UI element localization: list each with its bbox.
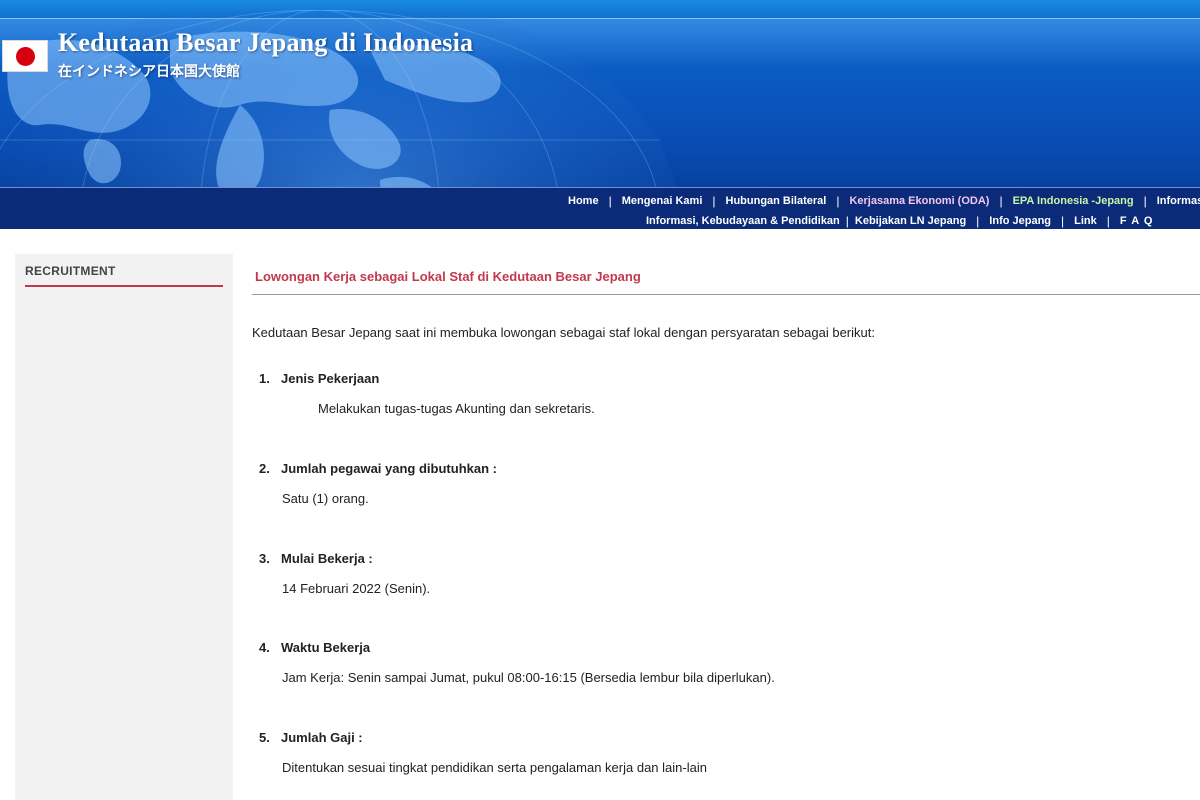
item-number: 3. bbox=[259, 551, 270, 566]
sidebar-heading-recruitment[interactable]: RECRUITMENT bbox=[25, 264, 223, 287]
nav-link-epa[interactable]: EPA Indonesia -Jepang bbox=[1013, 195, 1134, 207]
item-number: 1. bbox=[259, 371, 270, 386]
nav-row-secondary: Informasi, Kebudayaan & Pendidikan | Keb… bbox=[646, 212, 1153, 230]
nav-link-kebijakan-ln[interactable]: Kebijakan LN Jepang bbox=[855, 215, 966, 227]
item-body: Jam Kerja: Senin sampai Jumat, pukul 08:… bbox=[282, 670, 775, 685]
nav-separator: | bbox=[1143, 194, 1147, 208]
nav-separator: | bbox=[1106, 214, 1110, 228]
japan-flag-icon[interactable] bbox=[2, 40, 48, 72]
page-title: Lowongan Kerja sebagai Lokal Staf di Ked… bbox=[255, 269, 641, 284]
header-banner: Kedutaan Besar Jepang di Indonesia 在インドネ… bbox=[0, 0, 1200, 187]
item-body: Melakukan tugas-tugas Akunting dan sekre… bbox=[318, 401, 595, 416]
nav-link-info-jepang[interactable]: Info Jepang bbox=[989, 215, 1051, 227]
nav-link-link[interactable]: Link bbox=[1074, 215, 1097, 227]
item-heading: Jumlah Gaji : bbox=[281, 730, 363, 745]
nav-link-mengenai-kami[interactable]: Mengenai Kami bbox=[622, 195, 703, 207]
nav-separator: | bbox=[608, 194, 612, 208]
nav-link-informasi-kebudayaan[interactable]: Informasi, Kebudayaan & Pendidikan bbox=[646, 215, 840, 227]
item-heading: Waktu Bekerja bbox=[281, 640, 371, 655]
nav-link-home[interactable]: Home bbox=[568, 195, 599, 207]
nav-link-kerjasama-ekonomi[interactable]: Kerjasama Ekonomi (ODA) bbox=[849, 195, 989, 207]
item-number: 4. bbox=[259, 640, 270, 655]
main-navigation: Home | Mengenai Kami | Hubungan Bilatera… bbox=[0, 187, 1200, 229]
title-divider bbox=[252, 294, 1200, 295]
item-body: 14 Februari 2022 (Senin). bbox=[282, 581, 431, 596]
nav-separator: | bbox=[999, 194, 1003, 208]
nav-link-hubungan-bilateral[interactable]: Hubungan Bilateral bbox=[726, 195, 827, 207]
item-body: Ditentukan sesuai tingkat pendidikan ser… bbox=[282, 760, 707, 775]
nav-link-faq[interactable]: F A Q bbox=[1120, 215, 1154, 227]
nav-link-informasi-visa[interactable]: Informasi Vi bbox=[1157, 195, 1200, 207]
main-content: Lowongan Kerja sebagai Lokal Staf di Ked… bbox=[252, 254, 1200, 800]
item-heading: Jumlah pegawai yang dibutuhkan : bbox=[281, 461, 497, 476]
site-title[interactable]: Kedutaan Besar Jepang di Indonesia bbox=[58, 28, 473, 58]
item-heading: Mulai Bekerja : bbox=[281, 551, 373, 566]
nav-row-primary: Home | Mengenai Kami | Hubungan Bilatera… bbox=[568, 192, 1200, 210]
item-body: Satu (1) orang. bbox=[282, 491, 369, 506]
item-number: 5. bbox=[259, 730, 270, 745]
sidebar: RECRUITMENT bbox=[15, 254, 233, 800]
nav-separator: | bbox=[845, 214, 849, 228]
nav-separator: | bbox=[976, 214, 980, 228]
nav-separator: | bbox=[1061, 214, 1065, 228]
nav-separator: | bbox=[836, 194, 840, 208]
intro-paragraph: Kedutaan Besar Jepang saat ini membuka l… bbox=[252, 325, 875, 340]
nav-separator: | bbox=[712, 194, 716, 208]
item-heading: Jenis Pekerjaan bbox=[281, 371, 380, 386]
site-subtitle-japanese: 在インドネシア日本国大使館 bbox=[58, 64, 240, 80]
item-number: 2. bbox=[259, 461, 270, 476]
flag-sun bbox=[16, 47, 35, 66]
